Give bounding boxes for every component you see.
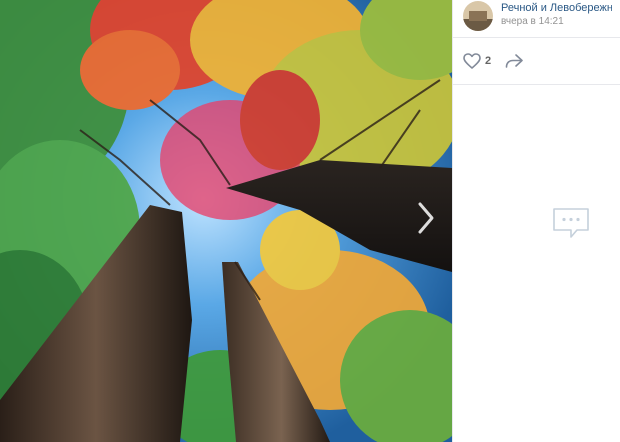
photo-viewer: Речной и Левобережный вчера в 14:21 2: [0, 0, 620, 442]
chevron-right-icon[interactable]: [414, 198, 438, 238]
share-arrow-icon: [505, 54, 523, 68]
author-meta: Речной и Левобережный вчера в 14:21: [501, 1, 612, 29]
avatar-image: [463, 1, 493, 31]
author-header: Речной и Левобережный вчера в 14:21: [453, 0, 620, 38]
avatar[interactable]: [463, 1, 493, 31]
share-button[interactable]: [505, 53, 523, 69]
author-name-link[interactable]: Речной и Левобережный: [501, 1, 612, 15]
like-count: 2: [485, 55, 492, 67]
like-button[interactable]: 2: [463, 53, 491, 69]
post-sidebar: Речной и Левобережный вчера в 14:21 2: [452, 0, 620, 442]
comment-bubble-icon: [553, 208, 589, 238]
heart-outline-icon: [463, 53, 481, 69]
autumn-trees-photo: [0, 0, 452, 442]
post-actions: 2: [453, 38, 620, 85]
post-timestamp[interactable]: вчера в 14:21: [501, 15, 612, 29]
photo[interactable]: [0, 0, 452, 442]
